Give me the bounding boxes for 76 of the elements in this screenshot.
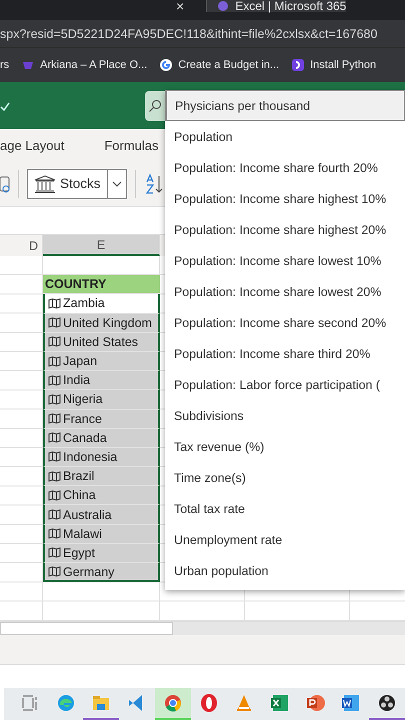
country-cell: Japan <box>43 352 160 372</box>
column-header[interactable]: E <box>43 235 160 256</box>
map-icon <box>48 566 61 578</box>
map-icon <box>48 298 61 309</box>
ribbon-tab[interactable]: age Layout <box>0 138 64 152</box>
word-icon <box>341 692 362 713</box>
field-option[interactable]: Population: Income share second 20% <box>165 307 405 338</box>
caret-icon <box>112 180 122 188</box>
close-tab-button[interactable]: × <box>172 0 188 12</box>
country-cell: China <box>43 486 160 506</box>
search-field[interactable] <box>145 90 165 120</box>
field-option[interactable]: Population <box>165 121 405 152</box>
field-option[interactable]: Subdivisions <box>165 400 405 431</box>
field-option[interactable]: Population: Income share lowest 10% <box>165 245 405 276</box>
field-option[interactable]: Population: Income share third 20% <box>165 338 405 369</box>
google-icon <box>159 58 174 72</box>
recorder-icon <box>377 692 398 713</box>
field-option[interactable]: Population: Income share highest 10% <box>165 183 405 214</box>
country-cell: United Kingdom <box>43 314 160 333</box>
map-icon <box>48 490 61 501</box>
map-icon <box>48 547 61 558</box>
bookmark-icon <box>291 58 306 72</box>
bookmark-link[interactable]: Create a Budget in... <box>159 58 280 72</box>
country-cell: Brazil <box>43 467 160 486</box>
country-cell: Egypt <box>43 544 160 563</box>
field-option[interactable]: Time zone(s) <box>165 462 405 493</box>
sort-icon[interactable] <box>144 172 164 194</box>
field-option[interactable]: Population: Income share fourth 20% <box>165 152 405 183</box>
field-option[interactable]: Tax revenue (%) <box>165 431 405 462</box>
search-icon <box>149 100 161 112</box>
refresh-data-icon <box>0 174 10 194</box>
map-icon <box>48 432 61 444</box>
bank-icon <box>34 174 56 192</box>
excel-icon <box>270 692 290 713</box>
map-icon <box>48 528 61 540</box>
field-option[interactable]: Population: Labor force participation ( <box>165 369 405 400</box>
bookmark-link[interactable]: rs <box>0 59 10 71</box>
horizontal-scrollbar[interactable] <box>173 622 405 635</box>
table-header-cell: COUNTRY <box>43 275 160 294</box>
field-option[interactable]: Population: Income share lowest 20% <box>165 276 405 307</box>
country-cell: United States <box>43 332 160 352</box>
field-option[interactable]: Population: Income share highest 20% <box>165 214 405 245</box>
app-logo-icon <box>217 0 230 12</box>
browser-icon <box>56 692 76 713</box>
map-icon <box>48 413 61 424</box>
map-icon <box>48 470 61 482</box>
country-cell: Australia <box>43 505 160 525</box>
bookmark-link[interactable]: Arkiana – A Place O... <box>21 58 148 72</box>
map-icon <box>48 394 61 405</box>
map-icon <box>48 509 61 520</box>
field-option[interactable]: Unemployment rate <box>165 524 405 555</box>
country-cell: France <box>43 410 160 429</box>
map-icon <box>48 356 61 367</box>
field-option[interactable]: Urban population <box>165 555 405 586</box>
map-icon <box>48 336 61 348</box>
opera-icon <box>198 692 218 713</box>
column-header[interactable]: D <box>0 235 43 256</box>
country-cell: Indonesia <box>43 448 160 468</box>
country-cell: Zambia <box>43 294 160 314</box>
country-cell: Germany <box>43 563 160 582</box>
map-icon <box>48 451 61 462</box>
map-icon <box>48 374 61 386</box>
ribbon-tab[interactable]: Formulas <box>104 138 159 152</box>
field-option[interactable]: Total tax rate <box>165 493 405 524</box>
country-cell: Malawi <box>43 524 160 544</box>
powerpoint-icon <box>306 692 326 713</box>
browser-tab[interactable]: Excel | Microsoft 365 <box>206 0 346 12</box>
stocks-button[interactable]: Stocks <box>27 168 127 198</box>
country-cell: Canada <box>43 428 160 448</box>
check-icon <box>0 100 10 110</box>
country-cell: Nigeria <box>43 390 160 410</box>
map-icon <box>48 317 61 328</box>
chrome-icon <box>162 692 183 713</box>
country-cell: India <box>43 371 160 390</box>
bookmark-link[interactable]: Install Python <box>291 58 376 72</box>
field-option[interactable]: Physicians per thousand <box>165 90 405 121</box>
